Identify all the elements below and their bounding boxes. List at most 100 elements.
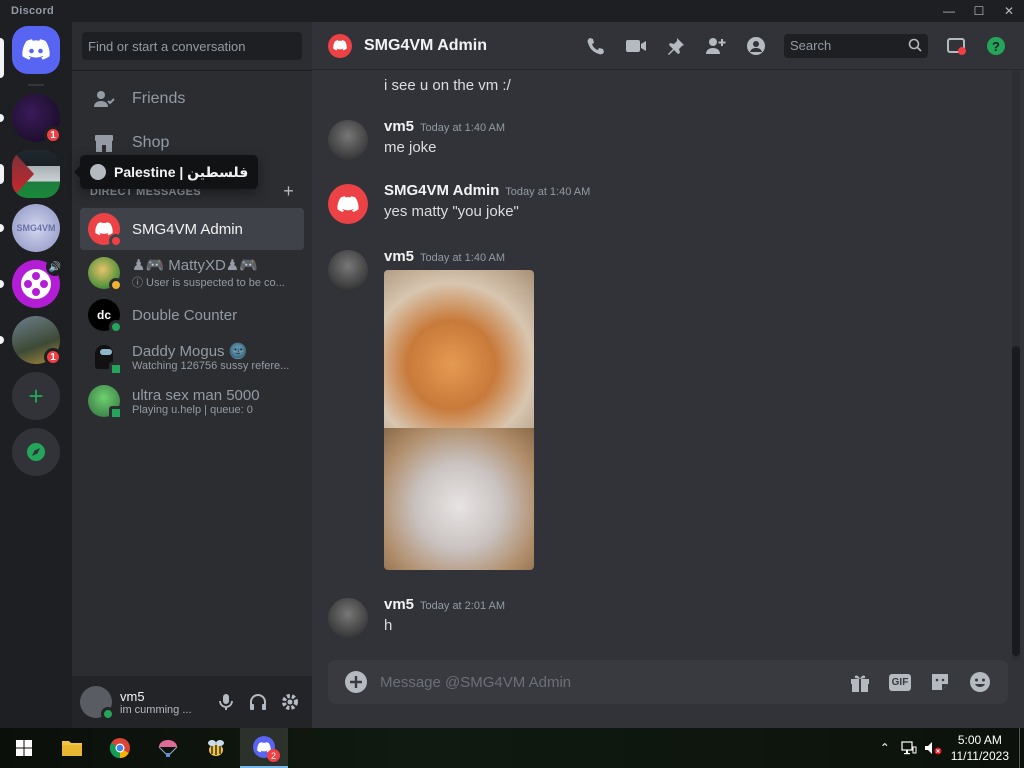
visor bbox=[100, 349, 112, 355]
app-bee-button[interactable] bbox=[192, 728, 240, 768]
discord-logo-icon bbox=[22, 39, 50, 60]
message-timestamp: Today at 1:40 AM bbox=[420, 252, 506, 264]
unread-pill bbox=[0, 224, 4, 232]
parachute-icon bbox=[158, 740, 178, 757]
author-avatar[interactable] bbox=[328, 598, 368, 638]
message-scrollbar[interactable] bbox=[1012, 70, 1020, 660]
recipient-avatar[interactable] bbox=[328, 33, 352, 58]
settings-gear-icon[interactable] bbox=[278, 690, 302, 714]
author-avatar[interactable] bbox=[328, 120, 368, 160]
emoji-icon[interactable] bbox=[968, 670, 992, 694]
film-reel-icon bbox=[21, 269, 51, 299]
server-4[interactable]: 🔊 bbox=[12, 258, 64, 308]
tray-overflow-icon[interactable]: ⌃ bbox=[873, 728, 897, 768]
user-profile-icon[interactable] bbox=[744, 34, 768, 58]
mobile-status-icon bbox=[109, 362, 123, 376]
server-1[interactable]: 1 bbox=[12, 94, 62, 144]
chat-search-input[interactable]: Search bbox=[784, 34, 928, 58]
mention-badge: 1 bbox=[44, 126, 62, 144]
show-desktop-button[interactable] bbox=[1019, 728, 1024, 768]
dm-name: SMG4VM Admin bbox=[132, 220, 243, 238]
inbox-icon[interactable] bbox=[944, 34, 968, 58]
dm-name: Double Counter bbox=[132, 306, 238, 324]
message-text: i see u on the vm :/ bbox=[384, 77, 511, 94]
voice-call-icon[interactable] bbox=[584, 34, 608, 58]
create-dm-icon[interactable]: + bbox=[283, 181, 294, 202]
clock-date: 11/11/2023 bbox=[950, 749, 1009, 763]
author-avatar[interactable] bbox=[328, 184, 368, 224]
hover-pill bbox=[0, 164, 4, 184]
dm-name: Daddy Mogus 🌚 bbox=[132, 343, 248, 360]
idle-status-icon bbox=[109, 278, 123, 292]
server-5[interactable]: 1 bbox=[12, 316, 62, 366]
message-composer: Message @SMG4VM Admin GIF bbox=[328, 660, 1008, 704]
author-name[interactable]: SMG4VM Admin bbox=[384, 182, 499, 199]
volume-muted-icon[interactable] bbox=[921, 728, 945, 768]
nav-friends-label: Friends bbox=[132, 90, 186, 107]
server-badge-icon bbox=[90, 164, 106, 180]
author-name[interactable]: vm5 bbox=[384, 118, 414, 135]
microphone-icon[interactable] bbox=[214, 690, 238, 714]
message-input[interactable]: Message @SMG4VM Admin bbox=[380, 674, 840, 691]
server-smg4vm-label: SMG4VM bbox=[16, 223, 56, 233]
chrome-button[interactable] bbox=[96, 728, 144, 768]
minimize-icon[interactable]: — bbox=[934, 0, 964, 22]
server-palestine[interactable] bbox=[12, 150, 60, 198]
dm-item-ultra-sex-man[interactable]: ultra sex man 5000 Playing u.help | queu… bbox=[80, 380, 304, 422]
message-timestamp: Today at 1:40 AM bbox=[420, 122, 506, 134]
system-clock[interactable]: 5:00 AM 11/11/2023 bbox=[945, 732, 1019, 764]
discord-taskbar-icon: 2 bbox=[253, 736, 280, 762]
server-smg4vm[interactable]: SMG4VM bbox=[12, 204, 60, 252]
explore-button[interactable] bbox=[12, 428, 60, 476]
file-explorer-button[interactable] bbox=[48, 728, 96, 768]
shop-icon bbox=[92, 131, 116, 155]
help-icon[interactable]: ? bbox=[984, 34, 1008, 58]
svg-text:?: ? bbox=[992, 39, 1000, 54]
compass-icon bbox=[27, 443, 45, 461]
close-icon[interactable]: ✕ bbox=[994, 0, 1024, 22]
upload-plus-icon[interactable] bbox=[344, 670, 368, 694]
app-parachute-button[interactable] bbox=[144, 728, 192, 768]
discord-taskbar-button[interactable]: 2 bbox=[240, 728, 288, 768]
dm-search-input[interactable]: Find or start a conversation bbox=[82, 32, 302, 60]
author-name[interactable]: vm5 bbox=[384, 596, 414, 613]
pin-icon[interactable] bbox=[664, 34, 688, 58]
user-name: vm5 bbox=[120, 688, 145, 704]
headphones-icon[interactable] bbox=[246, 690, 270, 714]
avatar: dc bbox=[88, 299, 123, 334]
dm-sidebar: Find or start a conversation Friends Sho… bbox=[72, 22, 312, 728]
author-name[interactable]: vm5 bbox=[384, 248, 414, 265]
nav-shop-label: Shop bbox=[132, 134, 170, 151]
friends-icon bbox=[92, 87, 116, 111]
dm-item-mattyxd[interactable]: ♟🎮 MattyXD♟🎮 ⓘ User is suspected to be c… bbox=[80, 252, 304, 294]
message-text: yes matty "you joke" bbox=[384, 203, 519, 220]
rail-divider bbox=[28, 84, 44, 86]
network-icon[interactable] bbox=[897, 728, 921, 768]
plus-icon: + bbox=[28, 381, 44, 411]
dm-item-double-counter[interactable]: dc Double Counter bbox=[80, 294, 304, 336]
start-button[interactable] bbox=[0, 728, 48, 768]
add-server-button[interactable]: + bbox=[12, 372, 60, 420]
server-rail: 1 SMG4VM 🔊 1 + bbox=[0, 22, 72, 728]
user-panel: vm5 im cumming ... bbox=[72, 676, 312, 728]
author-avatar[interactable] bbox=[328, 250, 368, 290]
user-avatar[interactable] bbox=[80, 686, 115, 721]
maximize-icon[interactable]: ☐ bbox=[964, 0, 994, 22]
sticker-icon[interactable] bbox=[928, 670, 952, 694]
gif-button[interactable]: GIF bbox=[888, 670, 912, 694]
video-call-icon[interactable] bbox=[624, 34, 648, 58]
scrollbar-thumb[interactable] bbox=[1012, 346, 1020, 656]
image-attachment[interactable] bbox=[384, 270, 534, 570]
dm-item-smg4vm-admin[interactable]: SMG4VM Admin bbox=[80, 208, 304, 250]
taskbar-badge: 2 bbox=[267, 749, 280, 762]
nav-friends[interactable]: Friends bbox=[80, 78, 304, 120]
cat-image-top bbox=[384, 270, 534, 428]
message-text: me joke bbox=[384, 139, 437, 156]
dm-item-daddy-mogus[interactable]: Daddy Mogus 🌚 Watching 126756 sussy refe… bbox=[80, 336, 304, 378]
home-button[interactable] bbox=[12, 26, 60, 74]
gift-icon[interactable] bbox=[848, 670, 872, 694]
bee-icon bbox=[208, 740, 224, 756]
dm-name: ultra sex man 5000 bbox=[132, 386, 260, 404]
message-text: h bbox=[384, 617, 393, 634]
add-friend-icon[interactable] bbox=[704, 34, 728, 58]
